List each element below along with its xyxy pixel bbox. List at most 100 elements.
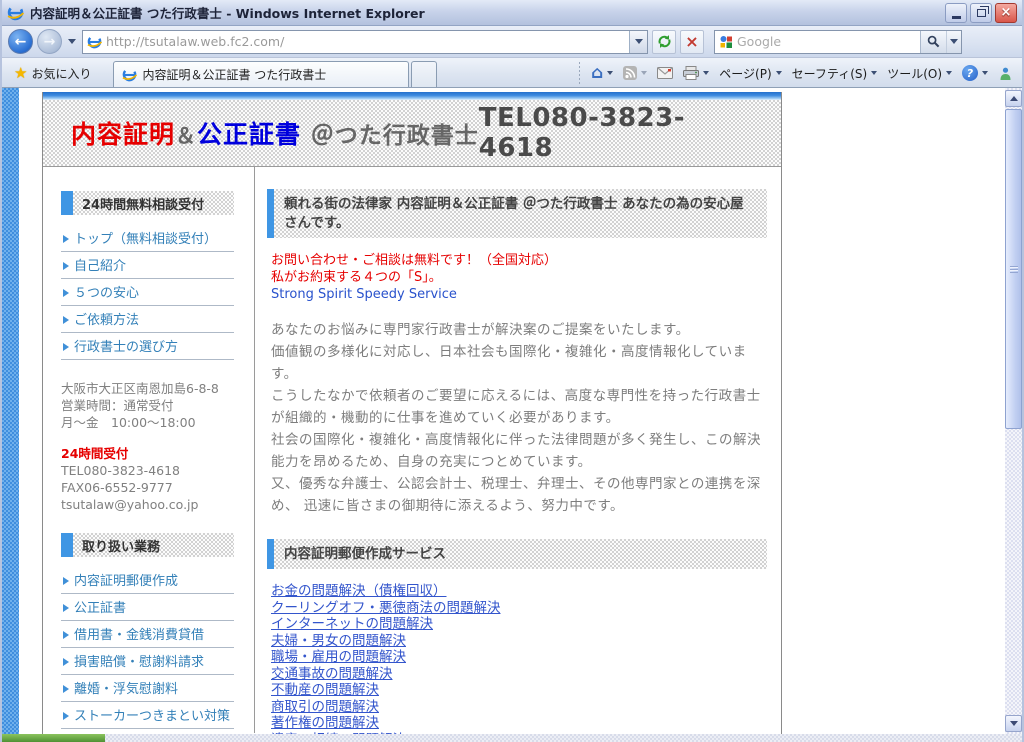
refresh-button[interactable] xyxy=(652,30,676,54)
service-link-cooling-off[interactable]: クーリングオフ・悪徳商法の問題解決 xyxy=(271,600,501,617)
favorites-button[interactable]: お気に入り xyxy=(6,61,99,85)
forward-button[interactable]: → xyxy=(37,29,62,54)
new-tab-button[interactable] xyxy=(411,61,437,87)
tab-bar: お気に入り 内容証明＆公正証書 つた行政書士 ページ(P) セー xyxy=(2,58,1022,88)
page-favicon-icon xyxy=(87,34,102,49)
help-icon xyxy=(962,65,978,81)
read-mail-button[interactable] xyxy=(652,61,678,85)
home-button[interactable] xyxy=(586,61,618,85)
arrow-down-icon xyxy=(1010,721,1018,726)
service-link-copyright[interactable]: 著作権の問題解決 xyxy=(271,715,379,732)
arrow-right-icon xyxy=(63,685,69,693)
paragraph: 価値観の多様化に対応し、日本社会も国際化・複雑化・高度情報化しています。 xyxy=(271,341,767,385)
tools-menu-button[interactable]: ツール(O) xyxy=(882,61,957,85)
close-button[interactable]: × xyxy=(995,3,1017,23)
sidebar-link-loan-documents[interactable]: 借用書・金銭消費貸借 xyxy=(61,621,234,648)
arrow-right-icon xyxy=(63,316,69,324)
intro-heading: 頼れる街の法律家 内容証明＆公正証書 ＠つた行政書士 あなたの為の安心屋さんです… xyxy=(267,189,767,238)
search-magnifier-icon xyxy=(927,35,940,48)
contact-tel: TEL080-3823-4618 xyxy=(61,462,239,479)
tab-active[interactable]: 内容証明＆公正証書 つた行政書士 xyxy=(113,61,409,87)
safety-menu-label: セーフティ(S) xyxy=(792,65,868,82)
service-heading: 内容証明郵便作成サービス xyxy=(267,539,767,569)
arrow-right-icon xyxy=(63,631,69,639)
search-box[interactable] xyxy=(714,30,962,54)
start-button-edge[interactable] xyxy=(2,734,105,742)
recent-pages-dropdown-icon[interactable] xyxy=(68,39,76,44)
sidebar-link-damages-claims[interactable]: 損害賠償・慰謝料請求 xyxy=(61,648,234,675)
navigation-bar: ← → × xyxy=(2,26,1022,58)
scrollbar-thumb[interactable] xyxy=(1005,109,1022,429)
arrow-right-icon xyxy=(63,577,69,585)
search-button[interactable] xyxy=(920,31,946,53)
address-dropdown-button[interactable] xyxy=(629,31,647,53)
service-link-commerce[interactable]: 商取引の問題解決 xyxy=(271,699,379,716)
service-link-traffic-accident[interactable]: 交通事故の問題解決 xyxy=(271,666,393,683)
arrow-right-icon xyxy=(63,604,69,612)
back-button[interactable]: ← xyxy=(8,29,33,54)
url-input[interactable] xyxy=(106,34,629,49)
ie-logo-icon xyxy=(7,4,24,21)
arrow-right-icon xyxy=(63,658,69,666)
sidebar-link-naiyoshomei[interactable]: 内容証明郵便作成 xyxy=(61,567,234,594)
scrollbar-grip-icon xyxy=(1010,266,1018,273)
stop-button[interactable]: × xyxy=(680,30,704,54)
sidebar-link-koseishosho[interactable]: 公正証書 xyxy=(61,594,234,621)
service-link-money[interactable]: お金の問題解決（債権回収） xyxy=(271,583,447,600)
sidebar-link-top[interactable]: トップ（無料相談受付） xyxy=(61,225,234,252)
restore-button[interactable] xyxy=(970,3,992,23)
google-icon xyxy=(719,35,733,49)
contact-fax: FAX06-6552-9777 xyxy=(61,479,239,496)
search-options-dropdown-icon[interactable] xyxy=(946,31,961,53)
site-title-gray: ＠つた行政書士 xyxy=(311,123,479,149)
sidebar-link-choosing-gyoseishoshi[interactable]: 行政書士の選び方 xyxy=(61,333,234,360)
browser-window: 内容証明＆公正証書 つた行政書士 - Windows Internet Expl… xyxy=(0,0,1024,742)
contact-address: 大阪市大正区南恩加島6-8-8 xyxy=(61,380,239,397)
feed-icon xyxy=(623,66,637,80)
address-bar[interactable] xyxy=(82,30,648,54)
toolbar-separator xyxy=(579,62,580,84)
paragraph: 又、優秀な弁護士、公認会計士、税理士、弁理士、その他専門家との連携を深め、 迅速… xyxy=(271,473,767,517)
arrow-right-icon xyxy=(63,343,69,351)
sidebar-link-divorce[interactable]: 離婚・浮気慰謝料 xyxy=(61,675,234,702)
minimize-button[interactable] xyxy=(945,3,967,23)
service-link-internet[interactable]: インターネットの問題解決 xyxy=(271,616,433,633)
arrow-right-icon xyxy=(63,262,69,270)
sidebar-link-profile[interactable]: 自己紹介 xyxy=(61,252,234,279)
arrow-right-icon xyxy=(63,712,69,720)
paragraph: こうしたなかで依頼者のご要望に応えるには、高度な専門性を持った行政書士が組織的・… xyxy=(271,385,767,429)
arrow-right-icon xyxy=(63,289,69,297)
browser-viewport: 内容証明＆公正証書 ＠つた行政書士 TEL080-3823-4618 24時間無… xyxy=(2,88,1022,742)
site-phone: TEL080-3823-4618 xyxy=(479,103,759,163)
sidebar-link-how-to-request[interactable]: ご依頼方法 xyxy=(61,306,234,333)
window-title: 内容証明＆公正証書 つた行政書士 - Windows Internet Expl… xyxy=(30,3,942,22)
home-icon xyxy=(591,65,603,82)
service-link-workplace[interactable]: 職場・雇用の問題解決 xyxy=(271,649,406,666)
search-input[interactable] xyxy=(737,34,920,49)
contact-email: tsutalaw@yahoo.co.jp xyxy=(61,496,239,513)
help-button[interactable] xyxy=(957,61,993,85)
service-link-real-estate[interactable]: 不動産の問題解決 xyxy=(271,682,379,699)
messenger-button[interactable] xyxy=(993,61,1018,85)
contact-hours-2: 月～金 10:00～18:00 xyxy=(61,414,239,431)
messenger-icon xyxy=(998,66,1013,81)
page-menu-button[interactable]: ページ(P) xyxy=(714,61,786,85)
service-link-list: お金の問題解決（債権回収） クーリングオフ・悪徳商法の問題解決 インターネットの… xyxy=(271,583,767,734)
safety-menu-button[interactable]: セーフティ(S) xyxy=(787,61,883,85)
taskbar-edge xyxy=(2,734,1022,742)
arrow-up-icon xyxy=(1010,96,1018,101)
sidebar-link-five-assurances[interactable]: ５つの安心 xyxy=(61,279,234,306)
sidebar-link-stalker[interactable]: ストーカーつきまとい対策 xyxy=(61,702,234,729)
favorites-label: お気に入り xyxy=(31,65,91,82)
scroll-up-button[interactable] xyxy=(1005,90,1022,107)
service-link-couples[interactable]: 夫婦・男女の問題解決 xyxy=(271,633,406,650)
contact-hours-1: 営業時間：通常受付 xyxy=(61,397,239,414)
vertical-scrollbar[interactable] xyxy=(1005,88,1022,734)
feeds-button[interactable] xyxy=(618,61,652,85)
scroll-down-button[interactable] xyxy=(1005,715,1022,732)
main-content: 頼れる街の法律家 内容証明＆公正証書 ＠つた行政書士 あなたの為の安心屋さんです… xyxy=(254,167,781,733)
arrow-right-icon xyxy=(63,235,69,243)
mail-icon xyxy=(657,67,673,79)
favorites-star-icon xyxy=(14,66,27,81)
print-button[interactable] xyxy=(678,61,714,85)
